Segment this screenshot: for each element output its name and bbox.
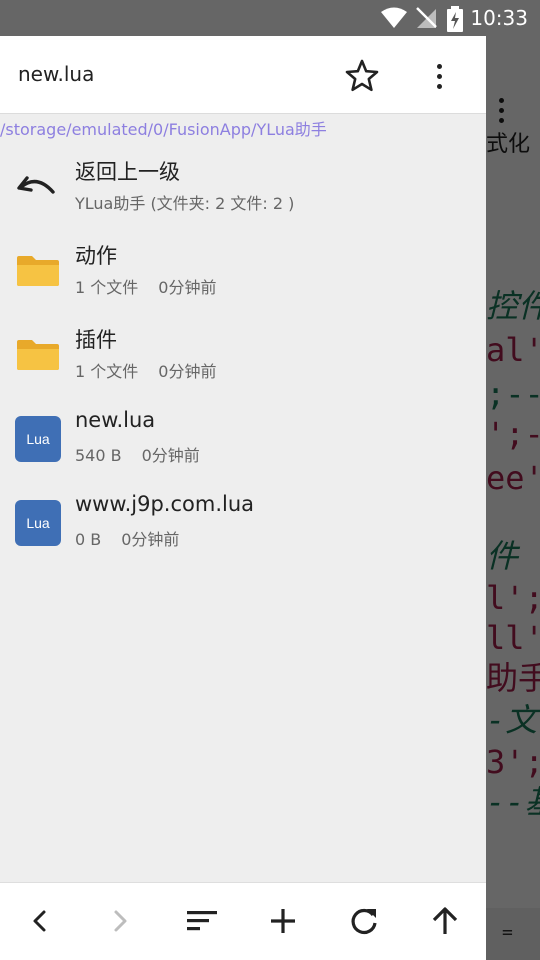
lua-file-icon: Lua — [15, 500, 61, 546]
item-name: www.j9p.com.lua — [75, 492, 255, 516]
forward-button[interactable] — [100, 901, 140, 941]
item-meta: 0 B 0分钟前 — [75, 526, 179, 550]
chevron-right-icon — [114, 910, 127, 932]
lua-file-icon: Lua — [15, 416, 61, 462]
drawer-title: new.lua — [18, 62, 95, 86]
item-meta: 1 个文件 0分钟前 — [75, 358, 216, 382]
sort-icon — [187, 911, 217, 931]
sort-button[interactable] — [182, 901, 222, 941]
clock: 10:33 — [470, 6, 528, 30]
list-item-folder[interactable]: 动作 1 个文件 0分钟前 — [0, 230, 486, 314]
current-path: /storage/emulated/0/FusionApp/YLua助手 — [0, 120, 327, 139]
item-meta: YLua助手 (文件夹: 2 文件: 2 ) — [75, 190, 294, 214]
chevron-left-icon — [33, 910, 46, 932]
item-count: 1 个文件 — [75, 362, 139, 381]
battery-charging-icon — [447, 6, 463, 32]
item-time: 0分钟前 — [121, 530, 180, 549]
item-name: new.lua — [75, 408, 156, 432]
list-item-parent[interactable]: 返回上一级 YLua助手 (文件夹: 2 文件: 2 ) — [0, 146, 486, 230]
item-info: YLua助手 (文件夹: 2 文件: 2 ) — [75, 194, 295, 213]
up-directory-button[interactable] — [425, 901, 465, 941]
list-item-file[interactable]: Lua new.lua 540 B 0分钟前 — [0, 398, 486, 482]
back-button[interactable] — [20, 901, 60, 941]
file-drawer: new.lua /storage/emulated/0/FusionApp/YL… — [0, 36, 486, 960]
item-name: 返回上一级 — [75, 160, 180, 184]
folder-icon — [17, 256, 59, 286]
status-bar: 10:33 — [0, 0, 540, 36]
refresh-icon — [351, 908, 377, 935]
item-size: 540 B — [75, 446, 122, 465]
wifi-icon — [381, 7, 407, 28]
new-file-button[interactable] — [263, 901, 303, 941]
item-time: 0分钟前 — [141, 446, 200, 465]
item-time: 0分钟前 — [158, 362, 217, 381]
item-size: 0 B — [75, 530, 102, 549]
list-item-folder[interactable]: 插件 1 个文件 0分钟前 — [0, 314, 486, 398]
item-time: 0分钟前 — [158, 278, 217, 297]
item-meta: 540 B 0分钟前 — [75, 442, 200, 466]
star-icon[interactable] — [344, 58, 380, 94]
list-item-file[interactable]: Lua www.j9p.com.lua 0 B 0分钟前 — [0, 482, 486, 566]
plus-icon — [271, 909, 295, 933]
drawer-bottom-toolbar — [0, 882, 486, 960]
no-signal-icon — [416, 7, 437, 28]
more-options-icon[interactable] — [428, 58, 452, 94]
item-count: 1 个文件 — [75, 278, 139, 297]
undo-icon — [17, 176, 55, 194]
drawer-header: new.lua — [0, 36, 486, 114]
folder-icon — [17, 340, 59, 370]
item-meta: 1 个文件 0分钟前 — [75, 274, 216, 298]
item-name: 插件 — [75, 328, 117, 352]
arrow-up-icon — [432, 907, 458, 934]
refresh-button[interactable] — [344, 901, 384, 941]
item-name: 动作 — [75, 244, 117, 268]
